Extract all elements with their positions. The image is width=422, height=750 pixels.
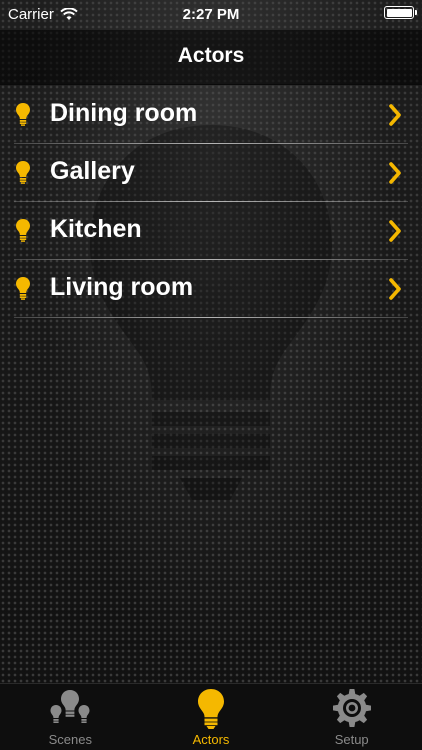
tab-actors[interactable]: Actors [141,684,282,750]
bulb-icon [16,277,30,300]
navigation-bar: Actors [0,30,422,85]
chevron-right-icon [389,220,401,242]
battery-fill [386,8,412,17]
list-item-gallery[interactable]: Gallery [0,144,422,202]
chevron-right-icon [389,162,401,184]
list-item-living-room[interactable]: Living room [0,260,422,318]
tab-scenes[interactable]: Scenes [0,684,141,750]
page-title: Actors [177,44,245,67]
bulb-icon [16,161,30,184]
actor-list: Dining room Gallery Kitchen Living room [0,86,422,318]
separator [14,317,408,318]
tab-setup[interactable]: Setup [281,684,422,750]
scenes-bulbs-icon [50,690,90,723]
bulb-icon [198,689,224,729]
gear-icon [332,689,371,727]
list-item-label: Dining room [50,99,198,127]
bulb-icon [16,103,30,126]
tab-bar: Scenes Actors Setup [0,683,422,750]
status-right [384,6,417,19]
tab-label: Setup [334,732,369,747]
status-time: 2:27 PM [182,6,240,23]
status-bar: Carrier 2:27 PM [0,0,422,30]
bulb-icon [16,219,30,242]
tab-label: Scenes [48,732,93,747]
chevron-right-icon [389,278,401,300]
list-item-label: Living room [50,273,194,301]
tab-label: Actors [192,732,230,747]
chevron-right-icon [389,104,401,126]
list-item-label: Kitchen [50,215,142,243]
battery-icon [384,6,417,19]
list-item-kitchen[interactable]: Kitchen [0,202,422,260]
list-item-dining-room[interactable]: Dining room [0,86,422,144]
app-screen: Carrier 2:27 PM Actors Dining room Galle… [0,0,422,750]
list-item-label: Gallery [50,157,135,185]
